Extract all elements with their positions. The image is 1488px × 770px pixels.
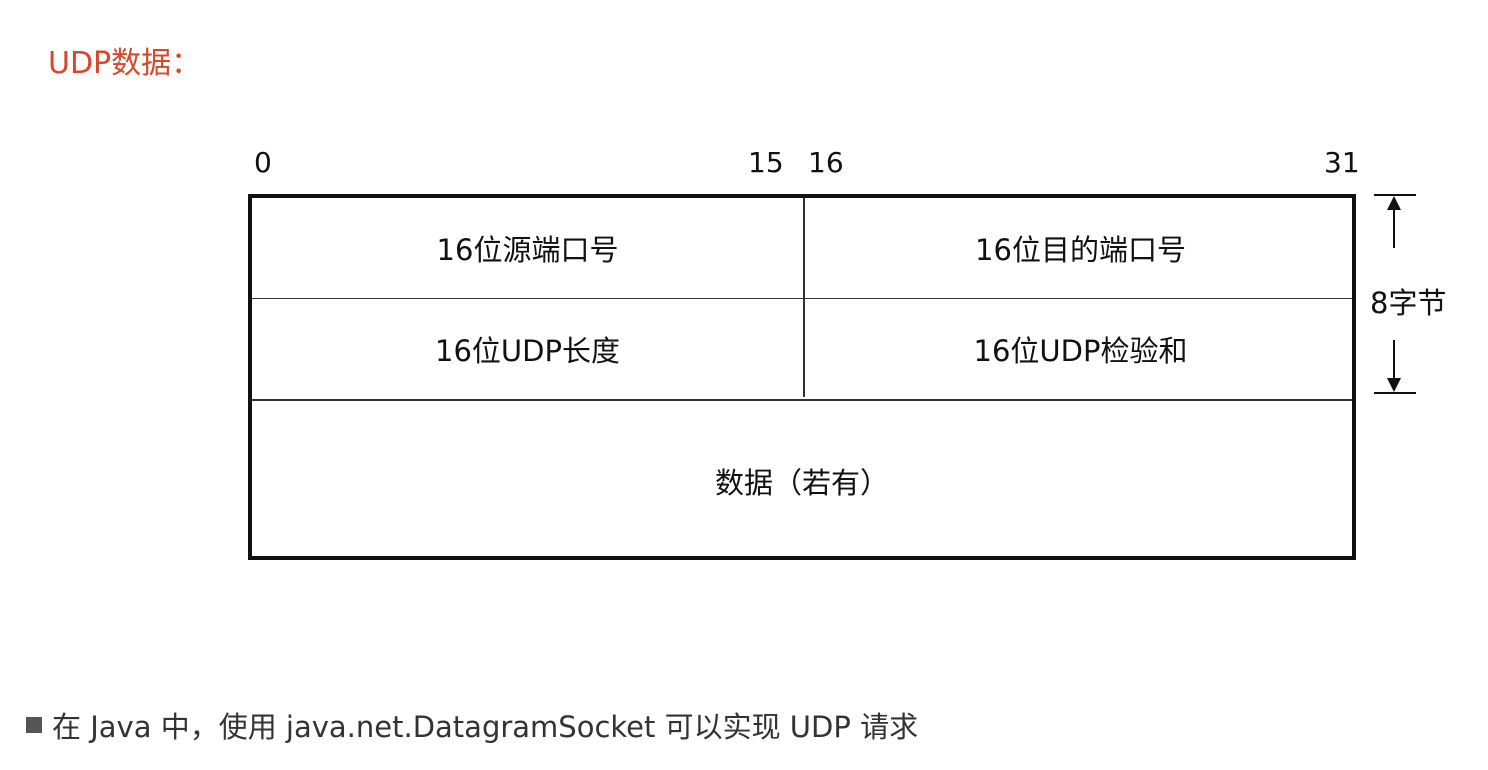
checksum-field: 16位UDP检验和 bbox=[973, 334, 1188, 368]
length-field: 16位UDP长度 bbox=[435, 334, 620, 368]
bit-label-0: 0 bbox=[254, 146, 272, 179]
dimension-tick-bottom bbox=[1374, 392, 1416, 394]
note-bullet: 在 Java 中，使用 java.net.DatagramSocket 可以实现… bbox=[26, 704, 918, 746]
data-field: 数据（若有） bbox=[714, 465, 889, 500]
dimension-line-bottom bbox=[1393, 340, 1395, 382]
bit-label-15: 15 bbox=[748, 146, 784, 179]
source-port-field: 16位源端口号 bbox=[436, 233, 619, 267]
square-bullet-icon bbox=[26, 717, 42, 733]
section-heading: UDP数据： bbox=[48, 46, 202, 81]
dimension-line-top bbox=[1393, 206, 1395, 248]
bit-label-31: 31 bbox=[1324, 146, 1360, 179]
bit-label-16: 16 bbox=[808, 146, 844, 179]
dest-port-field: 16位目的端口号 bbox=[975, 233, 1186, 267]
udp-datagram-frame: 16位源端口号 16位目的端口号 16位UDP长度 16位UDP检验和 数据（若… bbox=[248, 194, 1356, 560]
arrow-down-icon bbox=[1387, 378, 1401, 392]
note-text: 在 Java 中，使用 java.net.DatagramSocket 可以实现… bbox=[52, 710, 919, 744]
header-size-label: 8字节 bbox=[1370, 286, 1447, 320]
